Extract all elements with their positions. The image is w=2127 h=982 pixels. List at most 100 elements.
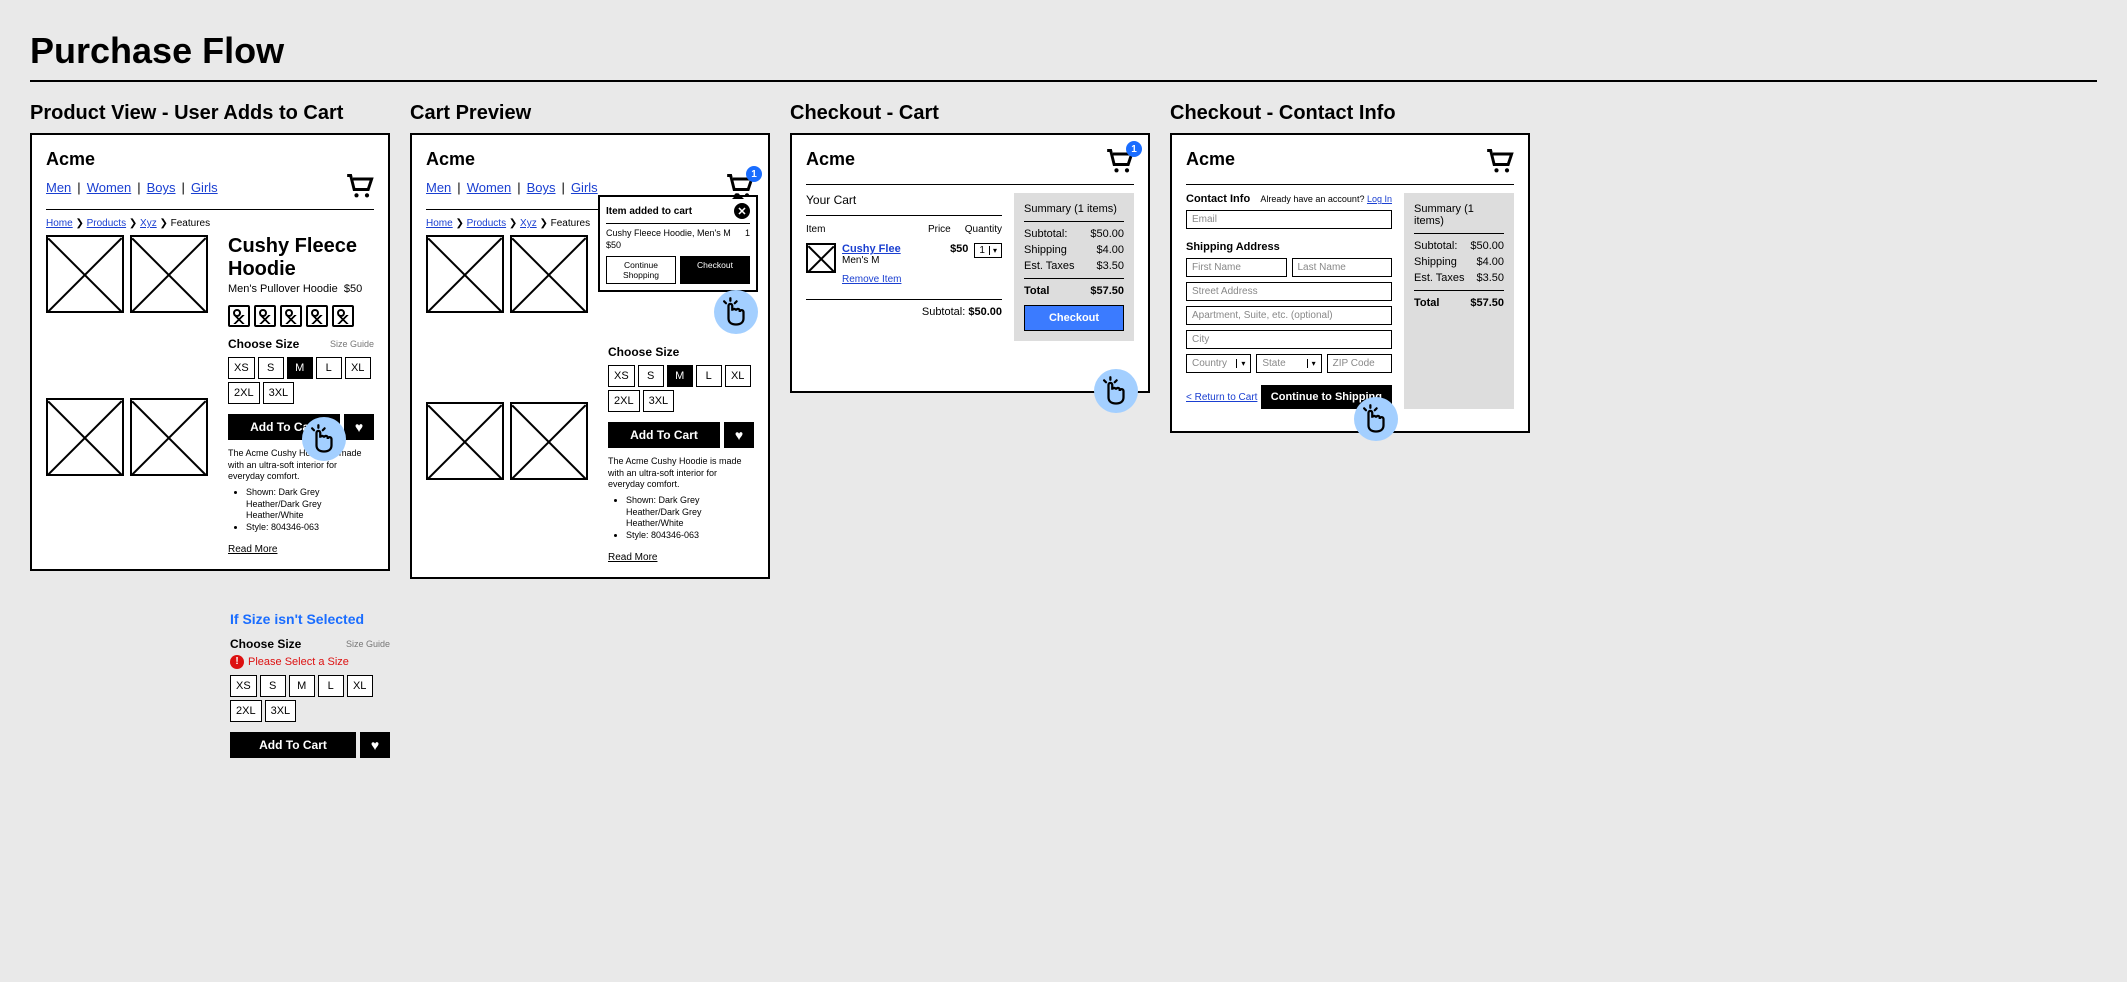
cart-icon[interactable] xyxy=(346,174,374,201)
favorite-button[interactable]: ♥ xyxy=(360,732,390,758)
size-xs[interactable]: XS xyxy=(230,675,257,697)
continue-shopping-button[interactable]: Continue Shopping xyxy=(606,256,676,284)
nav-boys[interactable]: Boys xyxy=(527,180,556,195)
panel-title-product-view: Product View - User Adds to Cart xyxy=(30,102,390,125)
nav-girls[interactable]: Girls xyxy=(571,180,598,195)
product-image[interactable] xyxy=(130,398,208,476)
cart-badge: 1 xyxy=(1126,141,1142,157)
remove-item-link[interactable]: Remove Item xyxy=(842,274,901,285)
quantity-select[interactable]: 1▾ xyxy=(974,243,1002,258)
nav-women[interactable]: Women xyxy=(467,180,512,195)
nav-women[interactable]: Women xyxy=(87,180,132,195)
crumb-xyz[interactable]: Xyz xyxy=(140,218,157,229)
panel-title-checkout-cart: Checkout - Cart xyxy=(790,102,1150,125)
panel-title-cart-preview: Cart Preview xyxy=(410,102,770,125)
choose-size-label: Choose Size xyxy=(230,637,301,651)
cart-item-name-link[interactable]: Cushy Flee xyxy=(842,243,901,255)
state-select[interactable]: State▾ xyxy=(1256,354,1321,373)
subtotal-label: Subtotal: xyxy=(922,306,965,318)
choose-size-label: Choose Size xyxy=(228,337,299,351)
size-xl[interactable]: XL xyxy=(725,365,751,387)
size-3xl[interactable]: 3XL xyxy=(643,390,675,412)
country-select[interactable]: Country▾ xyxy=(1186,354,1251,373)
city-field[interactable]: City xyxy=(1186,330,1392,349)
product-image[interactable] xyxy=(46,235,124,313)
size-s[interactable]: S xyxy=(258,357,284,379)
image-icon[interactable] xyxy=(332,305,354,327)
favorite-button[interactable]: ♥ xyxy=(724,422,754,448)
error-icon: ! xyxy=(230,655,244,669)
col-price: Price xyxy=(928,224,951,235)
chevron-down-icon: ▾ xyxy=(1307,359,1316,368)
zip-field[interactable]: ZIP Code xyxy=(1327,354,1392,373)
crumb-products[interactable]: Products xyxy=(467,218,506,229)
size-m[interactable]: M xyxy=(287,357,313,379)
size-3xl[interactable]: 3XL xyxy=(265,700,297,722)
size-s[interactable]: S xyxy=(260,675,286,697)
product-image[interactable] xyxy=(46,398,124,476)
size-2xl[interactable]: 2XL xyxy=(228,382,260,404)
street-field[interactable]: Street Address xyxy=(1186,282,1392,301)
image-icon[interactable] xyxy=(280,305,302,327)
summary-title: Summary (1 items) xyxy=(1024,203,1124,215)
size-2xl[interactable]: 2XL xyxy=(230,700,262,722)
close-icon[interactable]: ✕ xyxy=(734,203,750,219)
size-3xl[interactable]: 3XL xyxy=(263,382,295,404)
size-l[interactable]: L xyxy=(696,365,722,387)
contact-info-heading: Contact Info xyxy=(1186,193,1250,205)
crumb-home[interactable]: Home xyxy=(426,218,453,229)
add-to-cart-button[interactable]: Add To Cart xyxy=(230,732,356,758)
size-xl[interactable]: XL xyxy=(347,675,373,697)
size-2xl[interactable]: 2XL xyxy=(608,390,640,412)
size-guide-link[interactable]: Size Guide xyxy=(330,339,374,349)
apt-field[interactable]: Apartment, Suite, etc. (optional) xyxy=(1186,306,1392,325)
favorite-button[interactable]: ♥ xyxy=(344,414,374,440)
crumb-home[interactable]: Home xyxy=(46,218,73,229)
size-s[interactable]: S xyxy=(638,365,664,387)
read-more-link[interactable]: Read More xyxy=(608,552,657,563)
read-more-link[interactable]: Read More xyxy=(228,544,277,555)
crumb-current: Features xyxy=(551,218,590,229)
email-field[interactable]: Email xyxy=(1186,210,1392,229)
size-xs[interactable]: XS xyxy=(608,365,635,387)
size-guide-link[interactable]: Size Guide xyxy=(346,639,390,649)
product-image[interactable] xyxy=(426,235,504,313)
login-link[interactable]: Log In xyxy=(1367,194,1392,204)
checkout-button[interactable]: Checkout xyxy=(1024,305,1124,331)
cart-icon[interactable]: 1 xyxy=(1106,149,1134,176)
first-name-field[interactable]: First Name xyxy=(1186,258,1287,277)
nav-boys[interactable]: Boys xyxy=(147,180,176,195)
product-image[interactable] xyxy=(510,402,588,480)
cart-icon[interactable] xyxy=(1486,149,1514,176)
return-to-cart-link[interactable]: < Return to Cart xyxy=(1186,392,1257,403)
add-to-cart-button[interactable]: Add To Cart xyxy=(608,422,720,448)
size-m[interactable]: M xyxy=(289,675,315,697)
cursor-icon xyxy=(1354,397,1398,441)
product-image[interactable] xyxy=(130,235,208,313)
product-image[interactable] xyxy=(510,235,588,313)
crumb-products[interactable]: Products xyxy=(87,218,126,229)
nav-links: Men| Women| Boys| Girls xyxy=(426,180,598,195)
product-image[interactable] xyxy=(426,402,504,480)
product-subtitle: Men's Pullover Hoodie $50 xyxy=(228,283,374,295)
size-l[interactable]: L xyxy=(316,357,342,379)
image-icon[interactable] xyxy=(306,305,328,327)
cursor-icon xyxy=(302,417,346,461)
crumb-xyz[interactable]: Xyz xyxy=(520,218,537,229)
size-xs[interactable]: XS xyxy=(228,357,255,379)
product-title: Cushy Fleece Hoodie xyxy=(228,235,374,281)
image-icon[interactable] xyxy=(254,305,276,327)
nav-men[interactable]: Men xyxy=(46,180,71,195)
image-icon[interactable] xyxy=(228,305,250,327)
logo: Acme xyxy=(426,149,754,170)
last-name-field[interactable]: Last Name xyxy=(1292,258,1393,277)
nav-girls[interactable]: Girls xyxy=(191,180,218,195)
size-m[interactable]: M xyxy=(667,365,693,387)
cart-item-thumb[interactable] xyxy=(806,243,836,273)
nav-men[interactable]: Men xyxy=(426,180,451,195)
size-xl[interactable]: XL xyxy=(345,357,371,379)
shipping-address-heading: Shipping Address xyxy=(1186,241,1392,253)
checkout-button[interactable]: Checkout xyxy=(680,256,750,284)
size-l[interactable]: L xyxy=(318,675,344,697)
substate-title: If Size isn't Selected xyxy=(230,611,390,627)
